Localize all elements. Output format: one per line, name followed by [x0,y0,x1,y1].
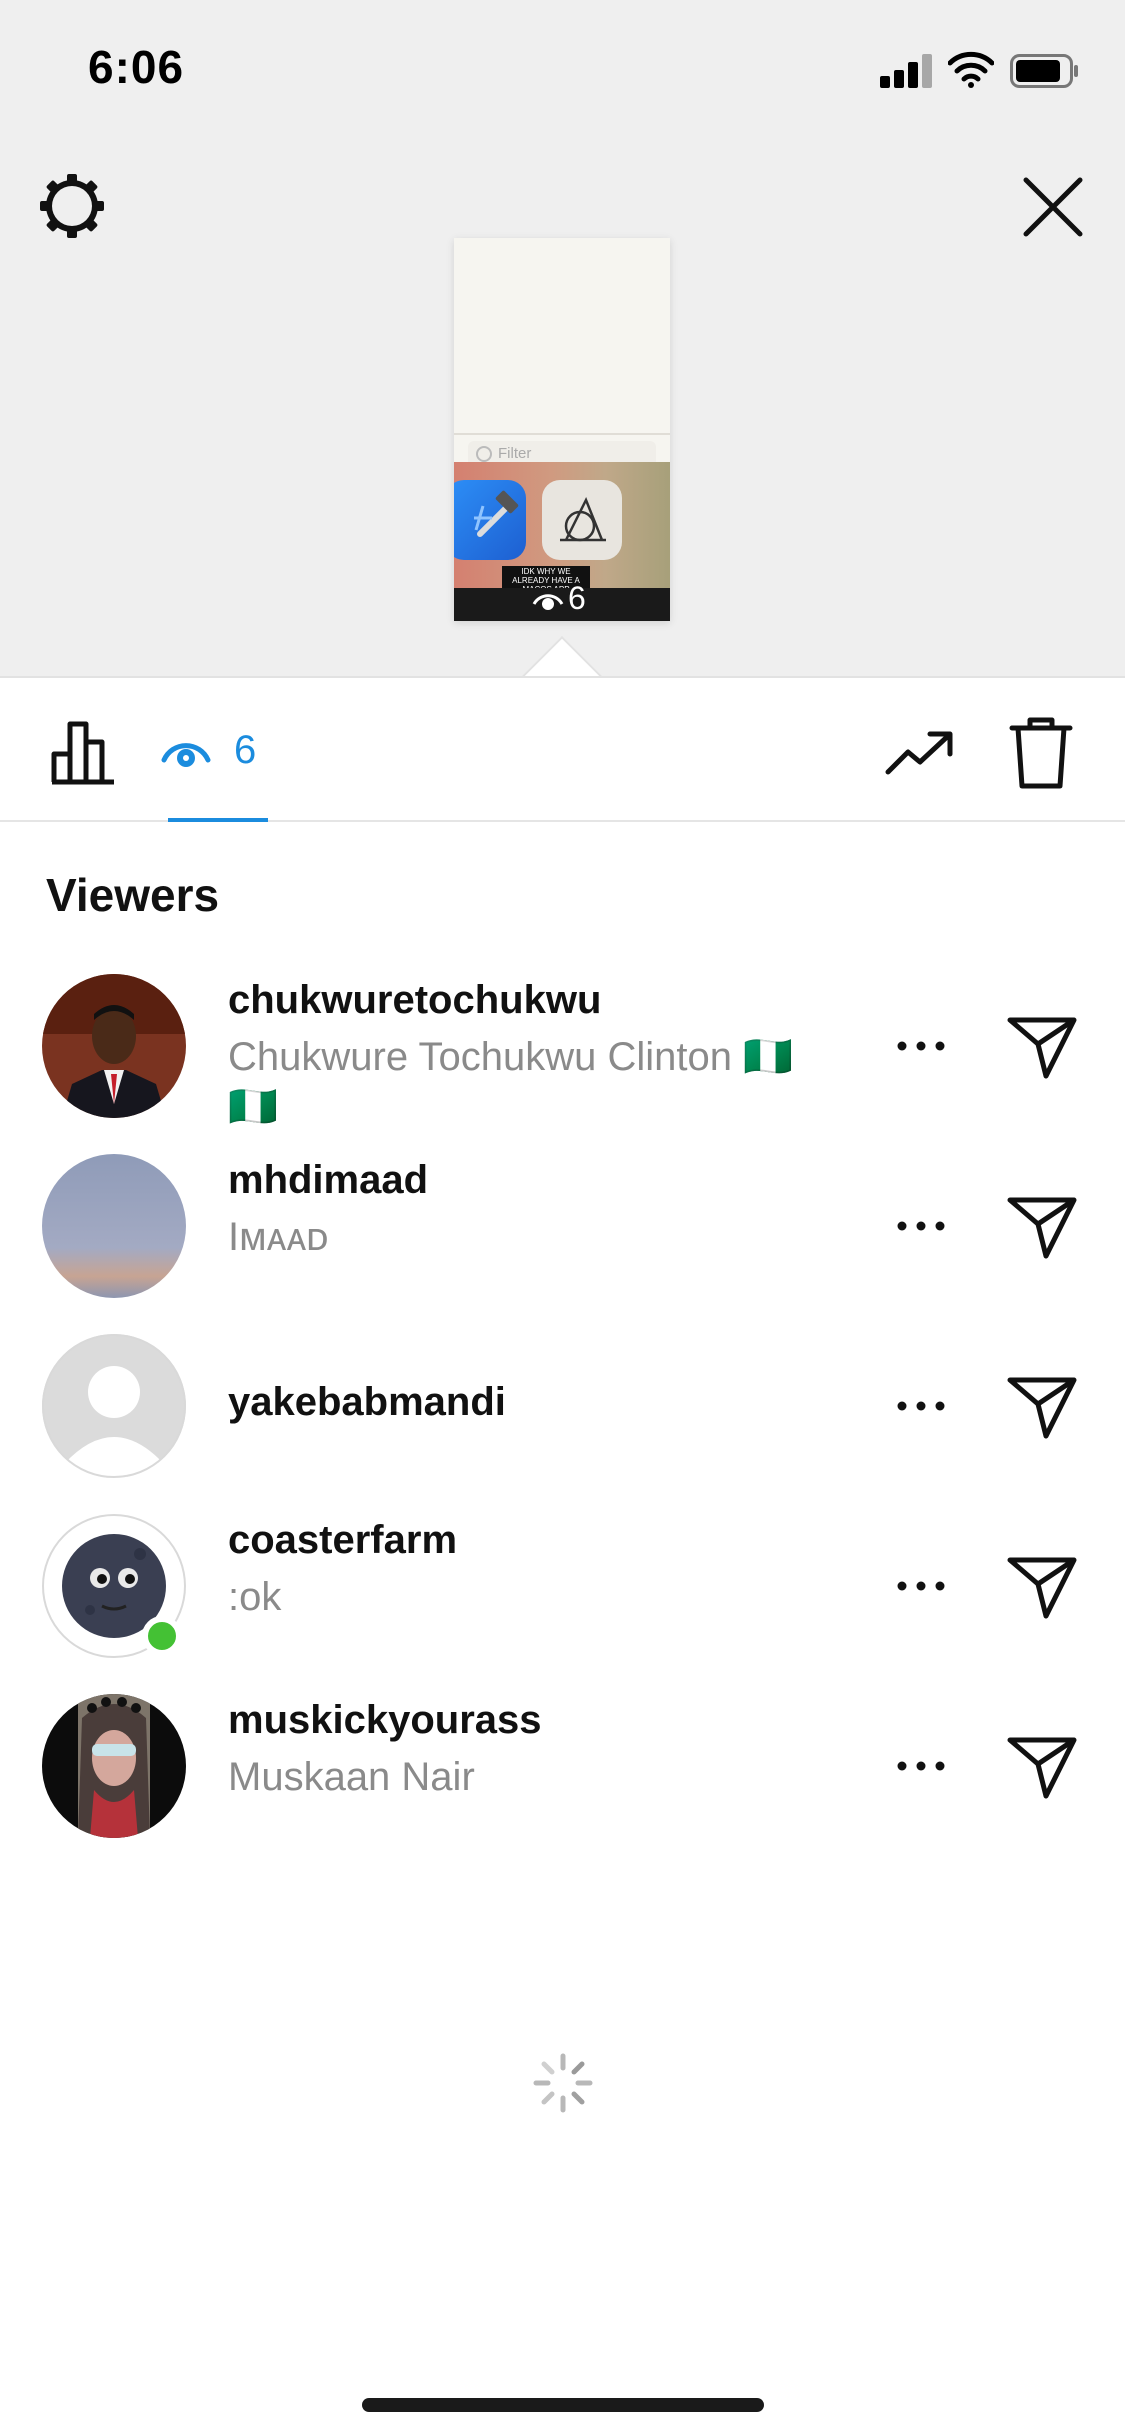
gear-icon[interactable] [36,170,108,242]
viewers-count: 6 [234,727,257,772]
viewer-username: coasterfarm [228,1518,458,1562]
send-message-icon[interactable] [1006,1194,1078,1260]
battery-icon [1010,54,1078,88]
avatar[interactable] [42,1694,186,1838]
thumb-view-count-value: 6 [568,579,586,616]
viewers-heading: Viewers [46,869,220,921]
more-options-icon[interactable] [896,1030,946,1062]
avatar-ring [42,1334,186,1478]
send-message-icon[interactable] [1006,1734,1078,1800]
viewer-row[interactable]: mhdimaad Iᴍᴀᴀᴅ [0,1154,1125,1334]
loading-spinner-icon [533,2053,593,2113]
viewer-username: muskickyourass [228,1698,542,1742]
more-options-icon[interactable] [896,1210,946,1242]
story-preview-area: 6:06 Filter IDK WHY WE ALREADY HAVE A 6 [0,0,1125,676]
compass-icon [560,496,606,542]
more-options-icon[interactable] [896,1750,946,1782]
viewer-row[interactable]: muskickyourass Muskaan Nair [0,1694,1125,1874]
home-indicator[interactable] [362,2398,764,2412]
thumb-filter-label: Filter [498,445,532,462]
avatar[interactable] [42,1154,186,1298]
viewer-row[interactable]: yakebabmandi [0,1334,1125,1514]
viewer-full-name: Chukwure Tochukwu Clinton 🇳🇬 🇳🇬 [228,1035,793,1129]
more-options-icon[interactable] [896,1390,946,1422]
viewer-row[interactable]: chukwuretochukwu Chukwure Tochukwu Clint… [0,974,1125,1154]
send-message-icon[interactable] [1006,1374,1078,1440]
viewer-full-name: :ok [228,1575,282,1619]
trash-icon[interactable] [1008,714,1074,790]
hammer-icon [474,490,519,537]
send-message-icon[interactable] [1006,1014,1078,1080]
send-message-icon[interactable] [1006,1554,1078,1620]
more-options-icon[interactable] [896,1570,946,1602]
eye-icon [161,743,211,767]
online-status-indicator [142,1616,182,1656]
bar-chart-icon[interactable] [50,718,118,786]
thumb-view-count: 6 [532,578,586,618]
viewer-username: chukwuretochukwu [228,978,602,1022]
viewer-full-name: Iᴍᴀᴀᴅ [228,1215,329,1259]
tab-viewers[interactable]: 6 [160,708,272,792]
status-time: 6:06 [88,41,185,93]
filter-icon [476,446,492,462]
status-bar: 6:06 [0,0,1125,130]
wifi-icon [948,51,994,88]
trending-up-icon[interactable] [884,726,956,778]
design-app-icon [542,480,622,560]
viewer-username: yakebabmandi [228,1380,506,1424]
cellular-signal-icon [880,52,934,88]
avatar[interactable] [42,974,186,1118]
viewer-row[interactable]: coasterfarm :ok [0,1514,1125,1694]
viewer-full-name: Muskaan Nair [228,1755,475,1799]
story-thumbnail[interactable]: Filter IDK WHY WE ALREADY HAVE A MACOS A… [454,238,670,621]
eye-icon [532,594,564,610]
active-tab-indicator [168,818,268,822]
close-icon[interactable] [1018,172,1088,242]
story-tabs: 6 [0,676,1125,822]
viewer-username: mhdimaad [228,1158,429,1202]
thumb-divider [454,433,670,435]
